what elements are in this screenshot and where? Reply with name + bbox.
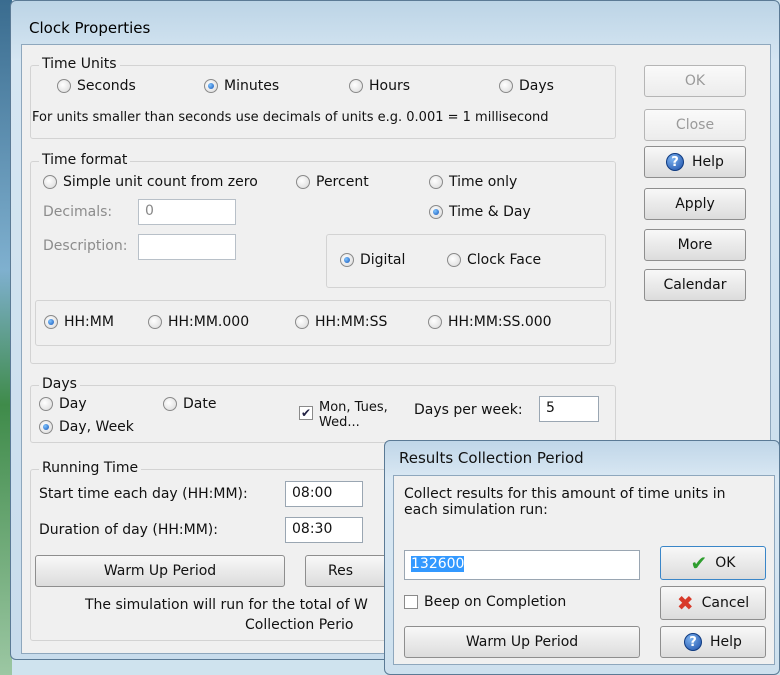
start-time-label: Start time each day (HH:MM): xyxy=(39,486,248,502)
decimals-label: Decimals: xyxy=(43,204,113,220)
display-style-group: Digital Clock Face xyxy=(326,234,606,288)
radio-button-selected-icon xyxy=(204,79,218,93)
help-button[interactable]: ? Help xyxy=(644,146,746,178)
start-time-input[interactable]: 08:00 xyxy=(285,481,363,507)
dialog-warm-up-button[interactable]: Warm Up Period xyxy=(404,626,640,658)
help-icon: ? xyxy=(666,153,685,171)
radio-button-icon xyxy=(349,79,363,93)
window-title: Clock Properties xyxy=(29,19,151,37)
more-button[interactable]: More xyxy=(644,229,746,261)
time-units-group: Time Units Seconds Minutes Hours Days Fo… xyxy=(30,56,616,139)
radio-button-icon xyxy=(295,315,309,329)
radio-digital[interactable]: Digital xyxy=(340,252,405,268)
running-time-group-title: Running Time xyxy=(39,460,142,476)
radio-button-icon xyxy=(148,315,162,329)
dialog-prompt: Collect results for this amount of time … xyxy=(404,486,726,518)
summary-line-1: The simulation will run for the total of… xyxy=(85,597,368,613)
description-input[interactable] xyxy=(138,234,236,260)
radio-button-selected-icon xyxy=(39,420,53,434)
collection-period-input[interactable]: 132600 xyxy=(404,550,640,580)
time-format-group: Time format Simple unit count from zero … xyxy=(30,152,616,364)
beep-on-completion-checkbox[interactable]: Beep on Completion xyxy=(404,594,566,610)
time-units-group-title: Time Units xyxy=(39,56,120,72)
dialog-client-area: Collect results for this amount of time … xyxy=(393,475,775,665)
radio-clock-face[interactable]: Clock Face xyxy=(447,252,541,268)
radio-button-selected-icon xyxy=(429,205,443,219)
radio-day[interactable]: Day xyxy=(39,396,87,412)
radio-minutes[interactable]: Minutes xyxy=(204,78,279,94)
radio-hhmmss[interactable]: HH:MM:SS xyxy=(295,314,387,330)
dialog-title: Results Collection Period xyxy=(399,449,584,467)
time-format-group-title: Time format xyxy=(39,152,131,168)
radio-button-icon xyxy=(57,79,71,93)
results-collection-period-dialog: Results Collection Period Collect result… xyxy=(384,440,780,675)
radio-simple-unit[interactable]: Simple unit count from zero xyxy=(43,174,258,190)
radio-days[interactable]: Days xyxy=(499,78,554,94)
radio-date[interactable]: Date xyxy=(163,396,216,412)
days-per-week-input[interactable]: 5 xyxy=(539,396,599,422)
calendar-button[interactable]: Calendar xyxy=(644,269,746,301)
radio-button-icon xyxy=(43,175,57,189)
radio-button-icon xyxy=(39,397,53,411)
radio-seconds[interactable]: Seconds xyxy=(57,78,136,94)
radio-time-only[interactable]: Time only xyxy=(429,174,517,190)
dialog-ok-button[interactable]: ✔ OK xyxy=(660,546,766,580)
help-icon: ? xyxy=(684,633,703,651)
summary-line-2: Collection Perio xyxy=(245,617,354,633)
dialog-help-button[interactable]: ? Help xyxy=(660,626,766,658)
dialog-cancel-button[interactable]: ✖ Cancel xyxy=(660,586,766,620)
apply-button[interactable]: Apply xyxy=(644,188,746,220)
ok-button[interactable]: OK xyxy=(644,65,746,97)
red-x-icon: ✖ xyxy=(676,591,694,615)
radio-hours[interactable]: Hours xyxy=(349,78,410,94)
checkbox-icon xyxy=(404,595,418,609)
days-group-title: Days xyxy=(39,376,80,392)
checkmark-icon: ✔ xyxy=(690,551,708,575)
radio-button-icon xyxy=(499,79,513,93)
radio-button-icon xyxy=(447,253,461,267)
days-group: Days Day Date Day, Week ✔ Mon, Tues, Wed… xyxy=(30,376,616,443)
radio-time-and-day[interactable]: Time & Day xyxy=(429,204,531,220)
warm-up-period-button[interactable]: Warm Up Period xyxy=(35,555,285,587)
radio-hhmm-000[interactable]: HH:MM.000 xyxy=(148,314,249,330)
radio-button-icon xyxy=(163,397,177,411)
radio-button-selected-icon xyxy=(44,315,58,329)
time-precision-group: HH:MM HH:MM.000 HH:MM:SS HH:MM:SS.000 xyxy=(35,300,611,346)
radio-button-icon xyxy=(428,315,442,329)
time-units-note: For units smaller than seconds use decim… xyxy=(32,110,549,125)
days-per-week-label: Days per week: xyxy=(414,402,523,418)
radio-button-icon xyxy=(296,175,310,189)
radio-day-week[interactable]: Day, Week xyxy=(39,419,134,435)
radio-hhmm[interactable]: HH:MM xyxy=(44,314,114,330)
close-button[interactable]: Close xyxy=(644,109,746,141)
checkbox-checked-icon: ✔ xyxy=(299,406,313,420)
duration-label: Duration of day (HH:MM): xyxy=(39,522,218,538)
radio-button-icon xyxy=(429,175,443,189)
decimals-input[interactable]: 0 xyxy=(138,199,236,225)
description-label: Description: xyxy=(43,238,128,254)
duration-input[interactable]: 08:30 xyxy=(285,517,363,543)
radio-percent[interactable]: Percent xyxy=(296,174,369,190)
selected-value: 132600 xyxy=(411,556,465,572)
radio-button-selected-icon xyxy=(340,253,354,267)
checkbox-mon-tues[interactable]: ✔ Mon, Tues, Wed... xyxy=(299,400,409,430)
radio-hhmmss-000[interactable]: HH:MM:SS.000 xyxy=(428,314,552,330)
